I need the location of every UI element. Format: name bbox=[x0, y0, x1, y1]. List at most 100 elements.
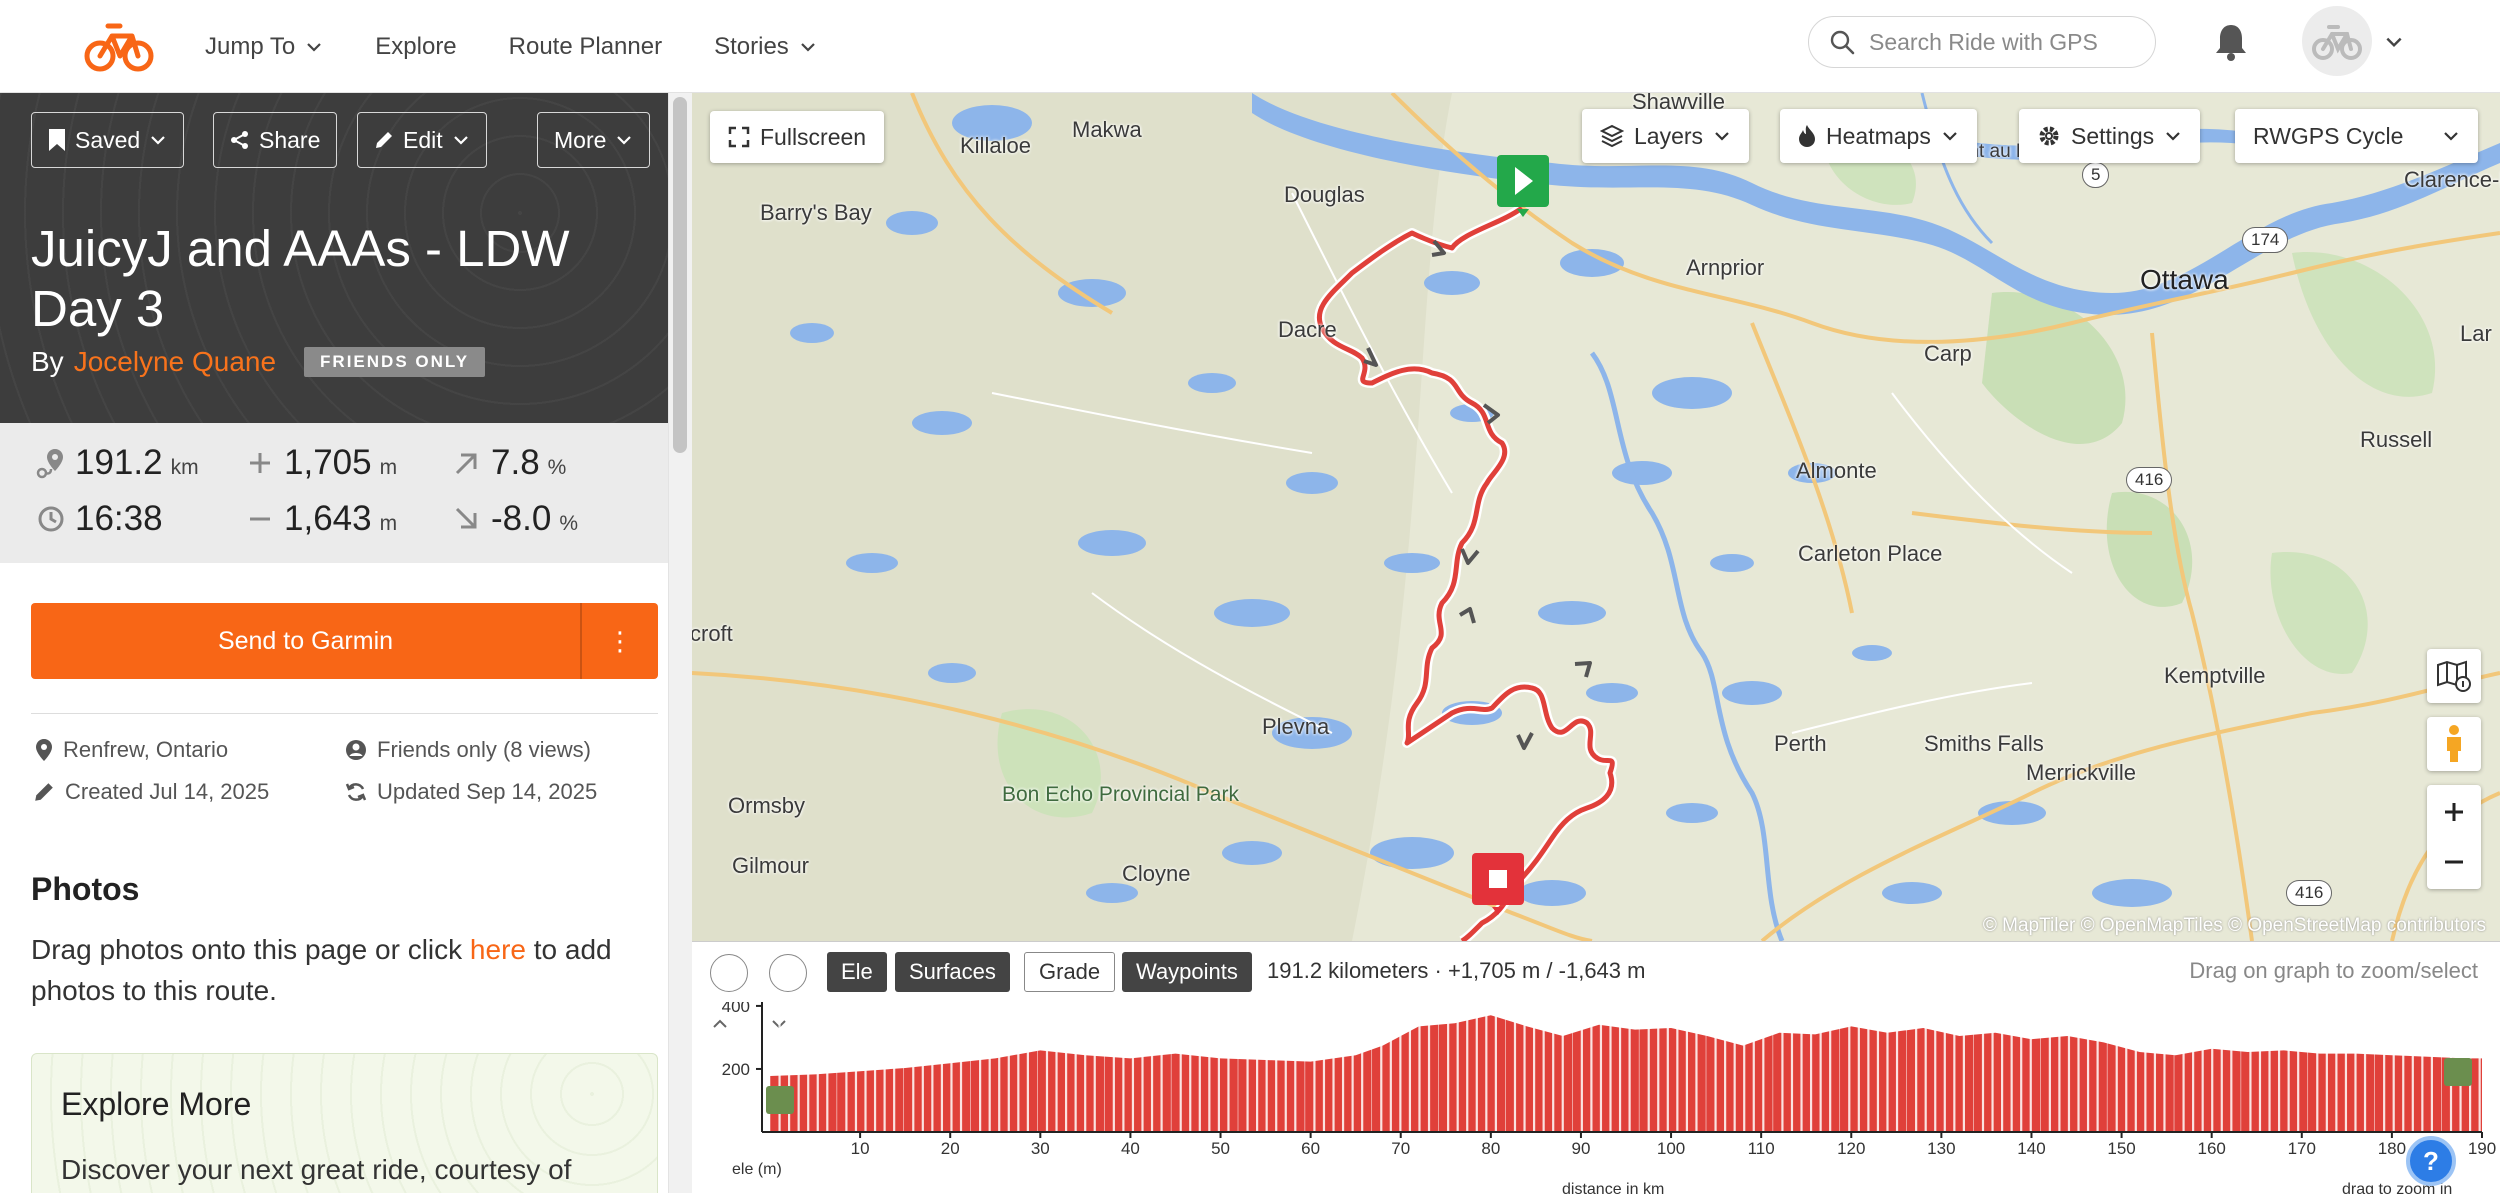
max-grade-value: 7.8 bbox=[491, 443, 540, 482]
share-label: Share bbox=[259, 126, 321, 153]
layers-button[interactable]: Layers bbox=[1582, 109, 1750, 163]
bed-waypoint-icon[interactable] bbox=[2444, 1058, 2472, 1086]
more-button[interactable]: More bbox=[537, 112, 651, 168]
expand-up-button[interactable] bbox=[710, 954, 748, 1028]
clock-icon bbox=[38, 506, 64, 532]
avatar[interactable] bbox=[2302, 6, 2372, 76]
author-link[interactable]: Jocelyne Quane bbox=[74, 346, 276, 378]
map-attribution[interactable]: © MapTiler © OpenMapTiles © OpenStreetMa… bbox=[1983, 915, 2486, 937]
explore-heading: Explore More bbox=[61, 1086, 252, 1122]
x-tick-label: 80 bbox=[1481, 1139, 1500, 1158]
place-label: Russell bbox=[2360, 427, 2433, 452]
x-tick-label: 120 bbox=[1837, 1139, 1865, 1158]
visibility-badge: FRIENDS ONLY bbox=[304, 347, 486, 377]
zoom-in-icon[interactable] bbox=[2442, 800, 2466, 824]
map-style-select[interactable]: RWGPS Cycle bbox=[2235, 109, 2478, 163]
share-icon bbox=[231, 131, 248, 149]
bike-logo[interactable] bbox=[84, 16, 154, 74]
arrow-down-right-icon bbox=[455, 507, 477, 529]
main-nav: Jump To Explore Route Planner Stories bbox=[205, 0, 843, 93]
elevation-hint: Drag on graph to zoom/select bbox=[2189, 958, 2478, 983]
place-label: Killaloe bbox=[960, 133, 1031, 158]
x-tick-label: 190 bbox=[2468, 1139, 2496, 1158]
y-tick-label: 200 bbox=[722, 1060, 750, 1079]
chevron-down-icon bbox=[2444, 132, 2458, 141]
sidebar-scrollbar[interactable] bbox=[668, 93, 692, 1193]
nav-stories[interactable]: Stories bbox=[688, 33, 843, 61]
place-label: Perth bbox=[1774, 731, 1827, 756]
nav-route-planner[interactable]: Route Planner bbox=[483, 33, 688, 61]
y-ticks: 400 200 bbox=[722, 1002, 762, 1079]
place-label: Bon Echo Provincial Park bbox=[1002, 783, 1239, 806]
refresh-icon bbox=[345, 783, 367, 801]
search-box[interactable] bbox=[1808, 16, 2156, 68]
end-marker[interactable] bbox=[1470, 851, 1526, 917]
send-to-garmin: Send to Garmin ⋮ bbox=[31, 603, 658, 679]
map-info-icon bbox=[2437, 660, 2471, 692]
tab-surfaces[interactable]: Surfaces bbox=[895, 952, 1010, 992]
stat-elevation-loss: 1,643 m bbox=[250, 499, 398, 539]
chevron-down-icon bbox=[151, 136, 165, 145]
saved-button[interactable]: Saved bbox=[31, 112, 185, 168]
help-button[interactable]: ? bbox=[2406, 1136, 2456, 1186]
edit-label: Edit bbox=[403, 126, 443, 153]
chevron-down-icon bbox=[801, 42, 815, 52]
explore-text: Discover your next great ride, courtesy … bbox=[61, 1154, 572, 1185]
elevation-gain-unit: m bbox=[379, 456, 398, 479]
duration-value: 16:38 bbox=[75, 499, 163, 538]
place-label: Carp bbox=[1924, 341, 1972, 366]
tab-waypoints[interactable]: Waypoints bbox=[1122, 952, 1252, 992]
distance-unit: km bbox=[170, 456, 199, 479]
chevron-down-icon[interactable] bbox=[2384, 32, 2404, 52]
send-to-garmin-button[interactable]: Send to Garmin bbox=[31, 627, 580, 656]
bookmark-icon bbox=[49, 129, 65, 151]
elevation-loss-value: 1,643 bbox=[284, 499, 372, 538]
photos-instructions: Drag photos onto this page or click here… bbox=[31, 929, 651, 1011]
start-marker[interactable] bbox=[1495, 153, 1551, 219]
photos-heading: Photos bbox=[31, 871, 140, 907]
bell-icon[interactable] bbox=[2213, 22, 2249, 62]
bed-waypoint-icon[interactable] bbox=[766, 1086, 794, 1114]
route-views: Friends only (8 views) bbox=[345, 737, 591, 763]
send-options-button[interactable]: ⋮ bbox=[582, 626, 658, 657]
chevron-down-icon bbox=[2166, 132, 2180, 141]
nav-explore[interactable]: Explore bbox=[349, 33, 482, 61]
tab-ele[interactable]: Ele bbox=[827, 952, 887, 992]
settings-button[interactable]: Settings bbox=[2019, 109, 2201, 163]
x-tick-label: 20 bbox=[941, 1139, 960, 1158]
zoom-out-icon[interactable] bbox=[2442, 850, 2466, 874]
place-label: Clarence-R bbox=[2404, 167, 2500, 192]
place-label: Smiths Falls bbox=[1924, 731, 2044, 756]
settings-label: Settings bbox=[2071, 122, 2155, 149]
heatmaps-button[interactable]: Heatmaps bbox=[1780, 109, 1977, 163]
fullscreen-button[interactable]: Fullscreen bbox=[710, 111, 885, 163]
scrollbar-thumb[interactable] bbox=[673, 97, 687, 453]
search-input[interactable] bbox=[1869, 28, 2139, 56]
elevation-profile bbox=[769, 1002, 2482, 1132]
views-text: Friends only (8 views) bbox=[377, 737, 591, 762]
place-label: Kemptville bbox=[2164, 663, 2266, 688]
tab-grade[interactable]: Grade bbox=[1024, 952, 1116, 992]
stop-icon bbox=[1489, 870, 1507, 888]
elevation-loss-unit: m bbox=[379, 512, 398, 535]
elevation-chart[interactable]: 400 200 10 20 30 40 50 60 70 80 90 100 110 120 130 140… bbox=[692, 1002, 2500, 1194]
top-navigation: Jump To Explore Route Planner Stories bbox=[0, 0, 2500, 93]
nav-jump-to[interactable]: Jump To bbox=[205, 33, 349, 61]
collapse-down-button[interactable] bbox=[769, 954, 807, 1029]
edit-button[interactable]: Edit bbox=[357, 112, 487, 168]
map-legend-button[interactable] bbox=[2427, 649, 2481, 703]
route-map[interactable]: Shawville Killaloe Makwa Barry's Bay Dou… bbox=[692, 93, 2500, 941]
layers-icon bbox=[1600, 124, 1624, 148]
zoom-controls bbox=[2427, 785, 2481, 889]
created-text: Created Jul 14, 2025 bbox=[65, 779, 270, 804]
highway-shield: 174 bbox=[2242, 227, 2289, 253]
place-label: Almonte bbox=[1796, 458, 1877, 483]
pencil-icon bbox=[376, 132, 392, 148]
min-grade-unit: % bbox=[559, 512, 578, 535]
heatmaps-label: Heatmaps bbox=[1826, 122, 1931, 149]
share-button[interactable]: Share bbox=[213, 112, 338, 168]
add-photos-link[interactable]: here bbox=[470, 934, 526, 965]
street-view-button[interactable] bbox=[2427, 717, 2481, 771]
gear-icon bbox=[2039, 126, 2059, 146]
place-label: Ottawa bbox=[2140, 264, 2229, 295]
